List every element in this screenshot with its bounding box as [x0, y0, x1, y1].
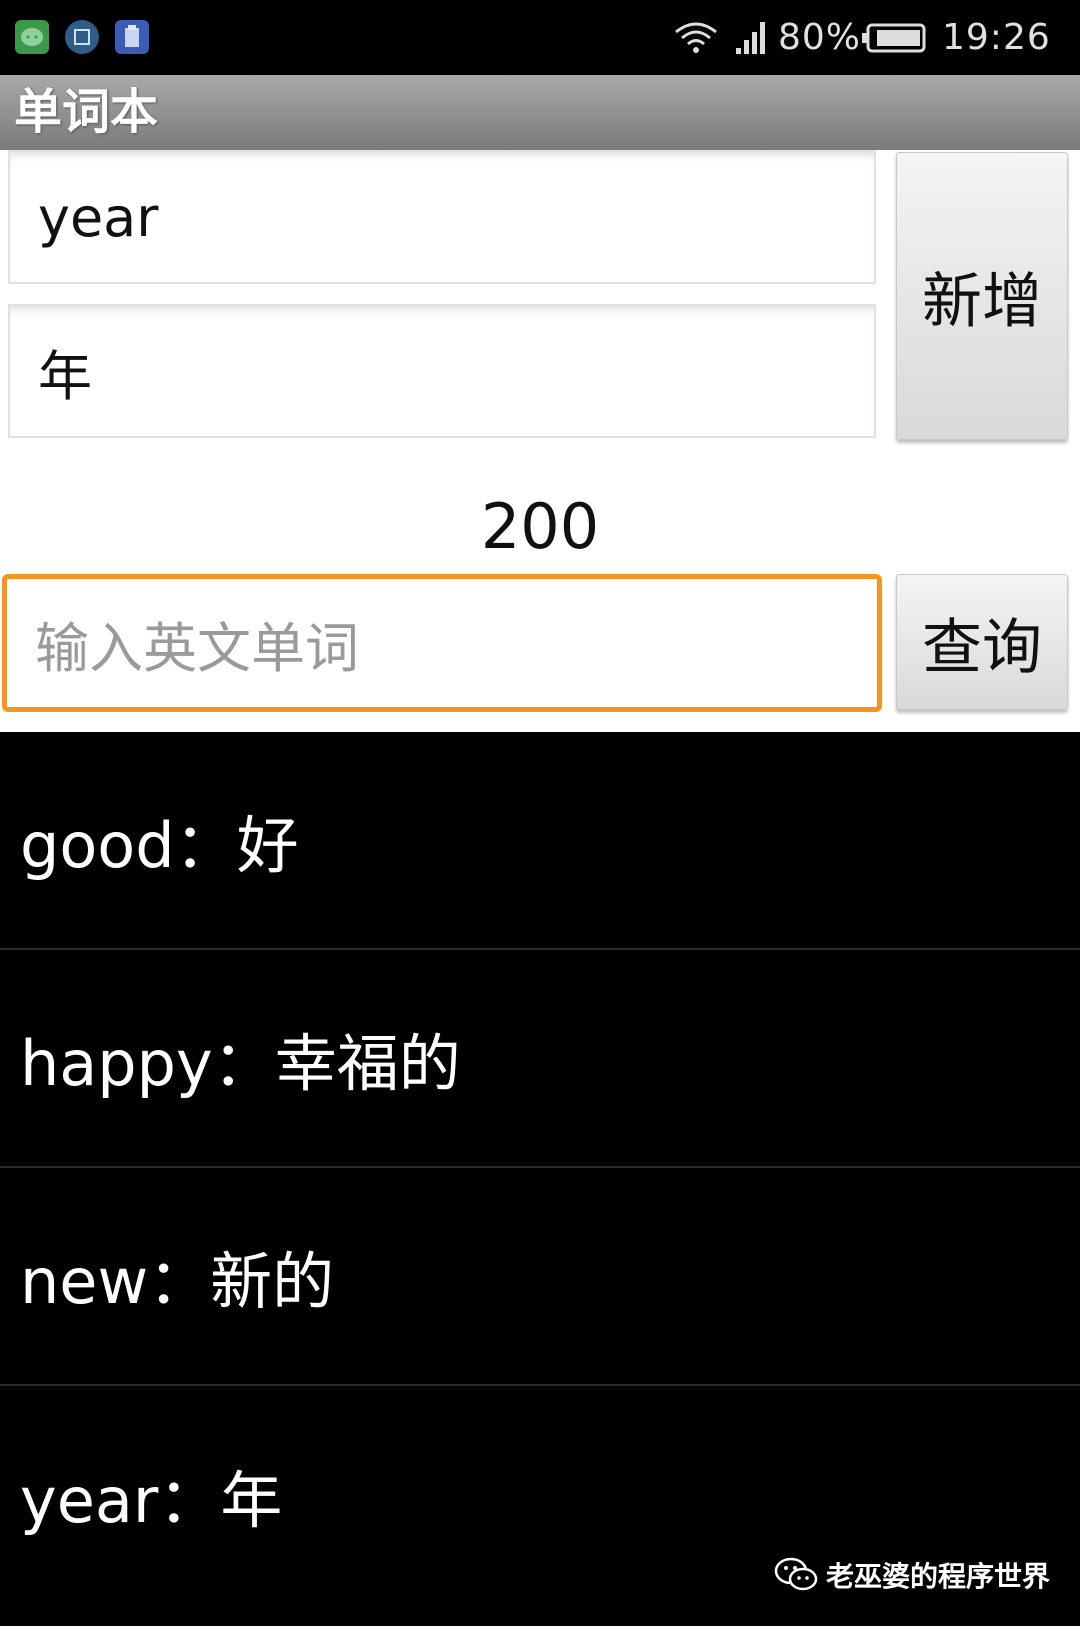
app-title: 单词本	[0, 75, 1080, 150]
list-item-text: happy：幸福的	[20, 1027, 461, 1100]
list-item[interactable]: good：好	[0, 732, 1080, 950]
chinese-meaning-input[interactable]: 年	[8, 304, 876, 438]
watermark: 老巫婆的程序世界	[774, 1555, 1050, 1595]
gallery-icon	[65, 20, 99, 54]
battery-icon	[860, 0, 928, 75]
battery-percent: 80%	[778, 17, 862, 58]
clock: 19:26	[942, 17, 1051, 58]
list-item-text: new：新的	[20, 1245, 335, 1318]
watermark-text: 老巫婆的程序世界	[825, 1560, 1050, 1593]
word-count: 200	[480, 490, 600, 563]
add-button[interactable]: 新增	[896, 152, 1068, 440]
word-form: year 年 新增 200 输入英文单词 查询	[0, 150, 1080, 732]
clipboard-icon	[115, 20, 149, 54]
english-word-value: year	[38, 185, 159, 249]
list-item-text: year：年	[20, 1464, 283, 1537]
status-bar: 80% 19:26	[0, 0, 1080, 75]
list-item[interactable]: new：新的	[0, 1168, 1080, 1386]
english-word-input[interactable]: year	[8, 150, 876, 284]
search-placeholder: 输入英文单词	[35, 616, 359, 680]
wifi-icon	[672, 0, 720, 75]
list-item[interactable]: happy：幸福的	[0, 950, 1080, 1168]
wechat-logo-icon	[774, 1557, 818, 1591]
search-button[interactable]: 查询	[896, 574, 1068, 710]
chinese-meaning-value: 年	[38, 344, 92, 408]
word-list: good：好 happy：幸福的 new：新的 year：年	[0, 732, 1080, 1604]
wechat-icon	[15, 20, 49, 54]
search-input[interactable]: 输入英文单词	[2, 574, 882, 712]
list-item-text: good：好	[20, 809, 299, 882]
signal-icon	[734, 0, 770, 75]
